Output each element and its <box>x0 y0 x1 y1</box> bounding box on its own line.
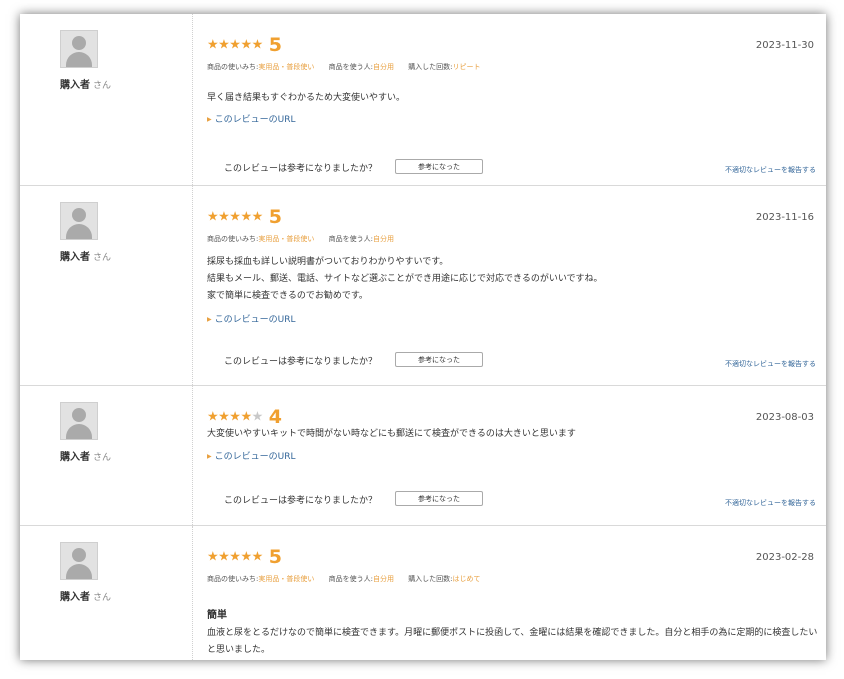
avatar-head-shape <box>72 548 86 562</box>
review-date: 2023-02-28 <box>755 552 814 563</box>
reviewer-name: 購入者 さん <box>60 80 112 91</box>
reviewer-name: 購入者 さん <box>60 252 112 263</box>
report-link[interactable]: 不適切なレビューを報告する <box>725 165 816 175</box>
review-body: ★★★★★ 5 2023-11-16 商品の使いみち:実用品・普段使い 商品を使う… <box>207 186 826 385</box>
reviewer-name: 購入者 さん <box>60 452 112 463</box>
rating-row: ★★★★★ 5 <box>207 546 283 568</box>
avatar-body-shape <box>66 564 92 579</box>
report-link[interactable]: 不適切なレビューを報告する <box>725 498 816 508</box>
triangle-icon: ▶ <box>207 116 212 123</box>
triangle-icon: ▶ <box>207 316 212 323</box>
review-date: 2023-08-03 <box>755 412 814 423</box>
reviewer-name: 購入者 さん <box>60 592 112 603</box>
reviewer-column: 購入者 さん <box>20 386 193 525</box>
reviewer-column: 購入者 さん <box>20 526 193 660</box>
reviewer-column: 購入者 さん <box>20 186 193 385</box>
reviewer-column: 購入者 さん <box>20 14 193 185</box>
review-meta: 商品の使いみち:実用品・普段使い 商品を使う人:自分用 購入した回数:はじめて <box>207 575 481 583</box>
avatar <box>60 30 98 68</box>
review-url-link[interactable]: ▶ このレビューのURL <box>207 112 295 125</box>
review-text: 早く届き結果もすぐわかるため大変使いやすい。 <box>207 93 406 103</box>
helpful-button[interactable]: 参考になった <box>395 159 483 174</box>
review-title: 簡単 <box>207 610 227 621</box>
review-item: 購入者 さん ★★★★★ 5 2023-02-28 商品の使いみち:実用品・普段使い… <box>20 526 826 660</box>
avatar-head-shape <box>72 208 86 222</box>
star-rating-icons: ★★★★★ <box>207 409 263 425</box>
avatar-head-shape <box>72 36 86 50</box>
rating-row: ★★★★★ 4 <box>207 406 283 428</box>
review-text: 血液と尿をとるだけなので簡単に検査できます。月曜に郵便ポストに投函して、金曜には… <box>207 628 818 655</box>
avatar-body-shape <box>66 52 92 67</box>
review-item: 購入者 さん ★★★★★ 4 2023-08-03 大変使いやすいキットで時間がない… <box>20 386 826 526</box>
star-rating-icons: ★★★★★ <box>207 209 263 225</box>
review-url-link[interactable]: ▶ このレビューのURL <box>207 312 295 325</box>
avatar-head-shape <box>72 408 86 422</box>
rating-row: ★★★★★ 5 <box>207 34 283 56</box>
rating-row: ★★★★★ 5 <box>207 206 283 228</box>
reviews-list: 購入者 さん ★★★★★ 5 2023-11-30 商品の使いみち:実用品・普段使い… <box>20 14 826 660</box>
avatar-body-shape <box>66 224 92 239</box>
helpful-question: このレビューは参考になりましたか？ <box>224 357 378 367</box>
star-rating-icons: ★★★★★ <box>207 37 263 53</box>
helpful-question: このレビューは参考になりましたか？ <box>224 496 378 506</box>
helpful-button[interactable]: 参考になった <box>395 352 483 367</box>
review-date: 2023-11-30 <box>755 40 814 51</box>
rating-score: 5 <box>268 206 283 228</box>
triangle-icon: ▶ <box>207 453 212 460</box>
helpful-button[interactable]: 参考になった <box>395 491 483 506</box>
avatar <box>60 402 98 440</box>
avatar <box>60 542 98 580</box>
rating-score: 5 <box>268 546 283 568</box>
avatar-body-shape <box>66 424 92 439</box>
review-text: 採尿も採血も詳しい説明書がついておりわかりやすいです。 結果もメール、郵送、電話… <box>207 257 603 301</box>
report-link[interactable]: 不適切なレビューを報告する <box>725 359 816 369</box>
review-meta: 商品の使いみち:実用品・普段使い 商品を使う人:自分用 購入した回数:リピート <box>207 63 481 71</box>
star-rating-icons: ★★★★★ <box>207 549 263 565</box>
review-item: 購入者 さん ★★★★★ 5 2023-11-30 商品の使いみち:実用品・普段使い… <box>20 14 826 186</box>
avatar <box>60 202 98 240</box>
review-url-link[interactable]: ▶ このレビューのURL <box>207 449 295 462</box>
review-item: 購入者 さん ★★★★★ 5 2023-11-16 商品の使いみち:実用品・普段使い… <box>20 186 826 386</box>
review-body: ★★★★★ 5 2023-11-30 商品の使いみち:実用品・普段使い 商品を使う… <box>207 14 826 185</box>
review-body: ★★★★★ 5 2023-02-28 商品の使いみち:実用品・普段使い 商品を使う… <box>207 526 826 660</box>
review-date: 2023-11-16 <box>755 212 814 223</box>
review-body: ★★★★★ 4 2023-08-03 大変使いやすいキットで時間がない時などにも郵… <box>207 386 826 525</box>
review-meta: 商品の使いみち:実用品・普段使い 商品を使う人:自分用 <box>207 235 394 243</box>
helpful-question: このレビューは参考になりましたか？ <box>224 164 378 174</box>
review-text: 大変使いやすいキットで時間がない時などにも郵送にて検査ができるのは大きいと思いま… <box>207 429 576 439</box>
rating-score: 4 <box>268 406 283 428</box>
rating-score: 5 <box>268 34 283 56</box>
